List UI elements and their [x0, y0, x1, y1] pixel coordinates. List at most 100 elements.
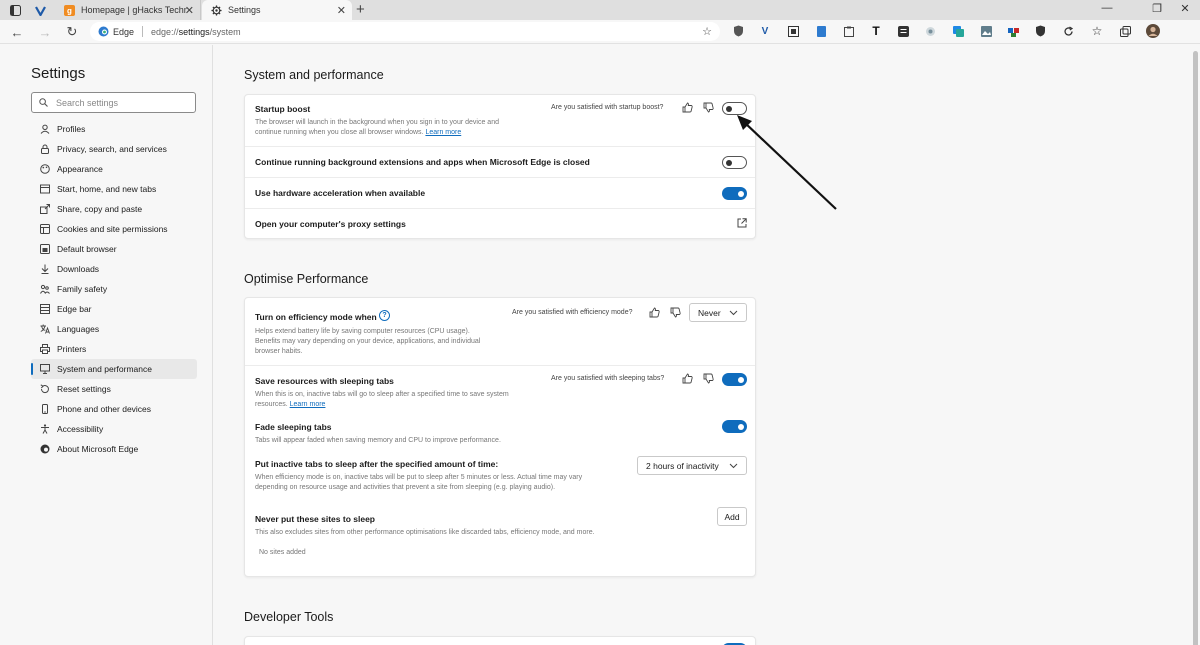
phone-icon	[40, 404, 50, 414]
refresh-icon[interactable]	[1061, 24, 1075, 38]
minimize-icon[interactable]: —	[1100, 2, 1114, 14]
scrollbar[interactable]	[1191, 45, 1200, 645]
tab-title: Homepage | gHacks Technology	[81, 5, 187, 15]
startup-boost-description: The browser will launch in the backgroun…	[255, 119, 499, 136]
v-icon[interactable]: V	[758, 24, 772, 38]
sidebar-item-about[interactable]: About Microsoft Edge	[31, 439, 197, 459]
sidebar-item-family[interactable]: Family safety	[31, 279, 197, 299]
sidebar-item-share[interactable]: Share, copy and paste	[31, 199, 197, 219]
sidebar-item-accessibility[interactable]: Accessibility	[31, 419, 197, 439]
search-box[interactable]	[31, 92, 196, 113]
sleeping-tabs-label: Save resources with sleeping tabs	[255, 376, 394, 386]
sidebar-item-label: About Microsoft Edge	[57, 444, 139, 454]
efficiency-mode-row: Turn on efficiency mode when ? Helps ext…	[245, 298, 755, 366]
sidebar-item-label: Printers	[57, 344, 87, 354]
address-bar[interactable]: Edge edge://settings/system ☆	[90, 22, 720, 41]
sidebar-item-reset[interactable]: Reset settings	[31, 379, 197, 399]
sidebar-item-label: System and performance	[57, 364, 152, 374]
system-icon	[40, 364, 50, 374]
image-icon[interactable]	[979, 24, 993, 38]
thumbs-up-icon[interactable]	[681, 101, 693, 113]
close-tab-icon[interactable]: ✕	[185, 4, 194, 17]
scrollbar-thumb[interactable]	[1193, 51, 1198, 645]
puzzle-icon[interactable]	[1006, 24, 1020, 38]
learn-more-link[interactable]: Learn more	[425, 129, 461, 136]
sidebar-item-phone[interactable]: Phone and other devices	[31, 399, 197, 419]
scan-icon[interactable]	[923, 24, 937, 38]
efficiency-mode-select[interactable]: Never	[689, 303, 747, 322]
thumbs-up-icon[interactable]	[648, 306, 660, 318]
sidebar-item-default-browser[interactable]: Default browser	[31, 239, 197, 259]
collections-icon[interactable]	[1118, 24, 1132, 38]
system-card: Startup boost The browser will launch in…	[244, 94, 756, 239]
sidebar-item-system[interactable]: System and performance	[31, 359, 197, 379]
proxy-settings-row[interactable]: Open your computer's proxy settings	[245, 209, 755, 239]
efficiency-mode-description: Helps extend battery life by saving comp…	[255, 328, 481, 355]
family-icon	[40, 284, 50, 294]
sidebar-item-downloads[interactable]: Downloads	[31, 259, 197, 279]
vivaldi-icon[interactable]	[33, 3, 47, 17]
external-link-icon[interactable]	[737, 218, 747, 228]
search-input[interactable]	[56, 97, 186, 108]
restore-icon[interactable]: ❐	[1150, 2, 1164, 15]
sidebar-item-languages[interactable]: Languages	[31, 319, 197, 339]
tab-ghacks[interactable]: g Homepage | gHacks Technology ✕	[55, 0, 201, 20]
hardware-acceleration-row: Use hardware acceleration when available	[245, 178, 755, 209]
sidebar-item-printers[interactable]: Printers	[31, 339, 197, 359]
notes-icon[interactable]	[896, 24, 910, 38]
close-window-icon[interactable]: ✕	[1178, 2, 1192, 15]
fade-sleeping-tabs-toggle[interactable]	[722, 420, 747, 433]
ghacks-favicon-icon: g	[63, 4, 75, 16]
hardware-acceleration-toggle[interactable]	[722, 187, 747, 200]
reset-icon	[40, 384, 50, 394]
t-icon[interactable]: T	[869, 24, 883, 38]
svg-text:g: g	[67, 6, 72, 15]
thumbs-down-icon[interactable]	[669, 306, 681, 318]
startup-boost-toggle[interactable]	[722, 102, 747, 115]
sidebar-item-profiles[interactable]: Profiles	[31, 119, 197, 139]
tab-settings[interactable]: Settings ✕	[202, 0, 352, 20]
sidebar-item-edge-bar[interactable]: Edge bar	[31, 299, 197, 319]
favorites-icon[interactable]: ☆	[1090, 24, 1104, 38]
thumbs-down-icon[interactable]	[702, 372, 714, 384]
never-sleep-description: This also excludes sites from other perf…	[255, 529, 595, 536]
sidebar-item-cookies[interactable]: Cookies and site permissions	[31, 219, 197, 239]
search-icon	[39, 98, 48, 107]
efficiency-mode-label: Turn on efficiency mode when	[255, 312, 377, 322]
forward-icon[interactable]: →	[37, 24, 53, 40]
url-text: edge://settings/system	[151, 26, 241, 37]
sidebar-item-privacy[interactable]: Privacy, search, and services	[31, 139, 197, 159]
sleeping-tabs-toggle[interactable]	[722, 373, 747, 386]
add-favorite-icon[interactable]: ☆	[702, 25, 712, 38]
never-sleep-label: Never put these sites to sleep	[255, 514, 375, 524]
sidebar-item-label: Profiles	[57, 124, 86, 134]
efficiency-mode-value: Never	[698, 307, 721, 318]
refresh-icon[interactable]: ↻	[64, 24, 80, 40]
back-icon[interactable]: ←	[9, 24, 25, 40]
inactive-tabs-select[interactable]: 2 hours of inactivity	[637, 456, 747, 475]
sleeping-tabs-group: Save resources with sleeping tabs When t…	[245, 366, 755, 577]
new-tab-icon[interactable]: +	[356, 1, 365, 18]
sidebar-item-start-home[interactable]: Start, home, and new tabs	[31, 179, 197, 199]
shield-icon[interactable]	[731, 24, 745, 38]
fade-sleeping-tabs-description: Tabs will appear faded when saving memor…	[255, 437, 501, 444]
thumbs-up-icon[interactable]	[681, 372, 693, 384]
startup-boost-feedback-text: Are you satisfied with startup boost?	[551, 104, 664, 111]
shield-icon[interactable]	[1033, 24, 1047, 38]
sidebar-item-appearance[interactable]: Appearance	[31, 159, 197, 179]
home-icon	[40, 184, 50, 194]
learn-more-link[interactable]: Learn more	[290, 401, 326, 408]
add-site-button[interactable]: Add	[717, 507, 747, 526]
gear-icon	[210, 4, 222, 16]
screenshot-icon[interactable]	[786, 24, 800, 38]
share-icon	[40, 204, 50, 214]
tab-actions-icon[interactable]	[8, 3, 22, 17]
thumbs-down-icon[interactable]	[702, 101, 714, 113]
translate-icon[interactable]	[951, 24, 965, 38]
clipboard-icon[interactable]	[842, 24, 856, 38]
bookmark-icon[interactable]	[814, 24, 828, 38]
profile-avatar[interactable]	[1146, 24, 1160, 38]
help-icon[interactable]: ?	[379, 310, 390, 321]
background-extensions-toggle[interactable]	[722, 156, 747, 169]
close-tab-icon[interactable]: ✕	[337, 4, 346, 17]
